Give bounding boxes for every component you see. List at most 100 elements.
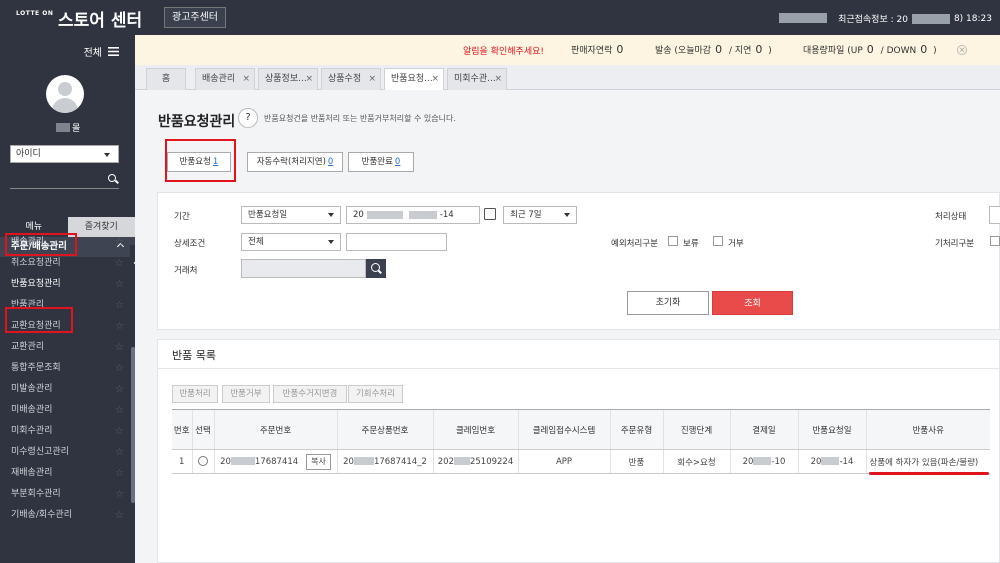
subtab-return-complete[interactable]: 반품완료 0 (348, 152, 414, 172)
ad-center-button[interactable]: 광고주센터 (164, 7, 226, 28)
star-icon[interactable]: ☆ (115, 442, 124, 463)
sidebar-item-undelivered[interactable]: 미배송관리 ☆ (0, 400, 130, 421)
search-icon[interactable] (108, 174, 116, 182)
row-select[interactable] (191, 449, 214, 474)
tab-product-edit[interactable]: 상품수정 × (321, 68, 381, 90)
all-menu-toggle[interactable]: 전체 (84, 44, 119, 59)
calendar-icon[interactable] (484, 208, 496, 220)
seller-contact[interactable]: 판매자연락 0 (571, 43, 623, 56)
change-pickup-address-button[interactable]: 반품수거지변경 (273, 385, 347, 403)
star-icon[interactable]: ☆ (115, 253, 124, 274)
tab-uncollected[interactable]: 미회수관... × (447, 68, 507, 90)
subtab-auto-accept[interactable]: 자동수락(처리지연) 0 (247, 152, 343, 172)
caret-down-icon (104, 153, 110, 157)
status-label: 처리상태 (935, 212, 967, 222)
divider (157, 368, 1000, 369)
return-table: 번호 선택 주문번호 주문상품번호 클레임번호 클레임접수시스템 주문유형 진행… (172, 409, 990, 474)
lotteon-logo[interactable]: LOTTE ON (16, 10, 53, 17)
star-icon[interactable]: ☆ (115, 274, 124, 295)
star-icon[interactable]: ☆ (115, 295, 124, 316)
table-row[interactable]: 1 20 17687414 복사 20 17687414_2 202 25109224 … (172, 449, 990, 474)
sidebar-item-exchange[interactable]: 교환관리 ☆ (0, 337, 130, 358)
column-header[interactable]: 주문상품번호 (336, 409, 433, 450)
exception-label: 예외처리구분 (611, 239, 658, 249)
star-icon[interactable]: ☆ (115, 505, 124, 526)
period-type-select[interactable]: 반품요청일 (241, 206, 341, 224)
page-title: 반품요청관리 (158, 114, 236, 130)
vendor-input[interactable] (241, 259, 366, 278)
sidebar-item-return-request[interactable]: 반품요청관리 ☆ (0, 274, 130, 295)
return-reason-cell: 상품에 하자가 있음(파손/불량) (865, 449, 990, 474)
row-radio[interactable] (198, 456, 208, 467)
status-select[interactable] (989, 206, 1000, 224)
order-number-cell: 20 17687414 복사 (213, 449, 337, 474)
column-header[interactable]: 클레임접수시스템 (517, 409, 610, 450)
star-icon[interactable]: ☆ (115, 232, 124, 253)
tab-product-info[interactable]: 상품정보... × (258, 68, 318, 90)
bulk-file-status[interactable]: 대용량파일 (UP 0 / DOWN 0 ) (803, 43, 937, 56)
column-header[interactable]: 주문번호 (213, 409, 337, 450)
detail-label: 상세조건 (174, 239, 206, 249)
reset-button[interactable]: 초기화 (627, 291, 709, 315)
copy-button[interactable]: 복사 (306, 453, 331, 470)
sidebar-item-uncollected[interactable]: 미회수관리 ☆ (0, 421, 130, 442)
vendor-search-button[interactable] (366, 259, 386, 278)
menu-search-input[interactable] (10, 171, 119, 189)
column-header: 번호 (172, 409, 192, 450)
star-icon[interactable]: ☆ (115, 463, 124, 484)
star-icon[interactable]: ☆ (115, 337, 124, 358)
sidebar-item-order-search[interactable]: 통합주문조회 ☆ (0, 358, 130, 379)
sidebar-item-unshipped[interactable]: 미발송관리 ☆ (0, 379, 130, 400)
column-header[interactable]: 주문유형 (609, 409, 663, 450)
hold-checkbox[interactable] (668, 236, 678, 246)
column-header[interactable]: 반품요청일 (797, 409, 866, 450)
row-number: 1 (172, 449, 192, 474)
hamburger-icon (108, 47, 119, 56)
sidebar-item-partial-collection[interactable]: 부분회수관리 ☆ (0, 484, 130, 505)
tab-delivery[interactable]: 배송관리 × (195, 68, 255, 90)
column-header[interactable]: 결제일 (729, 409, 798, 450)
star-icon[interactable]: ☆ (115, 421, 124, 442)
sidebar-item-not-received-report[interactable]: 미수령신고관리 ☆ (0, 442, 130, 463)
return-reject-button[interactable]: 반품거부 (222, 385, 270, 403)
table-header-row: 번호 선택 주문번호 주문상품번호 클레임번호 클레임접수시스템 주문유형 진행… (172, 409, 990, 450)
column-header: 선택 (191, 409, 214, 450)
range-select[interactable]: 최근 7일 (503, 206, 577, 224)
preprocess-checkbox[interactable] (990, 236, 1000, 246)
star-icon[interactable]: ☆ (115, 484, 124, 505)
date-range-input[interactable]: 20 -14 (346, 206, 480, 224)
shipping-status[interactable]: 발송 (오늘마감 0 / 지연 0 ) (655, 43, 772, 56)
list-title: 반품 목록 (172, 349, 216, 362)
search-button[interactable]: 조회 (712, 291, 793, 315)
detail-input[interactable] (346, 233, 447, 251)
close-icon[interactable]: × (957, 45, 967, 55)
star-icon[interactable]: ☆ (115, 379, 124, 400)
notice-alert[interactable]: 알림을 확인해주세요! (463, 44, 544, 57)
all-menu-label: 전체 (83, 48, 102, 59)
help-icon[interactable]: ? (238, 108, 258, 128)
detail-select[interactable]: 전체 (241, 233, 341, 251)
close-icon: × (305, 74, 313, 84)
star-icon[interactable]: ☆ (115, 316, 124, 337)
caret-down-icon (328, 240, 334, 244)
return-process-button[interactable]: 반품처리 (172, 385, 218, 403)
id-select[interactable]: 아이디 (10, 145, 119, 163)
sidebar-item-cancel-request[interactable]: 취소요청관리 ☆ (0, 253, 130, 274)
sidebar-item-redelivery[interactable]: 재배송관리 ☆ (0, 463, 130, 484)
column-header[interactable]: 반품사유 (865, 409, 990, 450)
request-date-cell: 20 -14 (797, 449, 866, 474)
tab-home[interactable]: 홈 (146, 68, 186, 90)
highlight-category (5, 233, 77, 256)
payment-date-cell: 20 -10 (729, 449, 798, 474)
order-type-cell: 반품 (609, 449, 663, 474)
star-icon[interactable]: ☆ (115, 400, 124, 421)
sidebar-item-pre-delivery[interactable]: 기배송/회수관리 ☆ (0, 505, 130, 526)
tab-return-request[interactable]: 반품요청... × (384, 68, 444, 90)
column-header[interactable]: 클레임번호 (432, 409, 518, 450)
redacted-username (56, 123, 70, 132)
store-center-title[interactable]: 스토어 센터 (58, 6, 142, 31)
star-icon[interactable]: ☆ (115, 358, 124, 379)
column-header[interactable]: 진행단계 (662, 409, 730, 450)
reject-checkbox[interactable] (713, 236, 723, 246)
pre-collected-button[interactable]: 기회수처리 (348, 385, 403, 403)
